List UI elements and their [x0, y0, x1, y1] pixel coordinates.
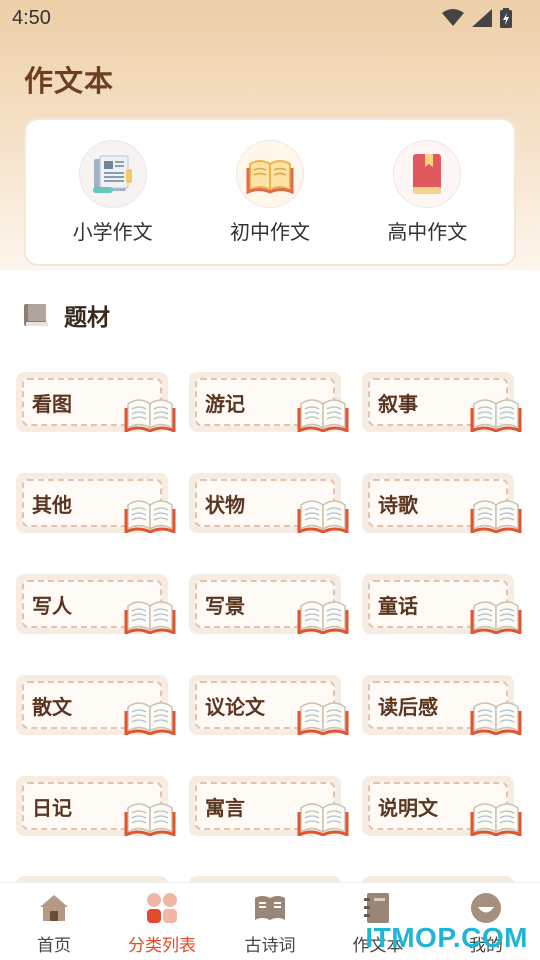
watermark: ITMOP.COM [365, 922, 528, 953]
level-high-school[interactable]: 高中作文 [357, 139, 497, 245]
open-book-icon [470, 695, 522, 739]
page-title: 作文本 [24, 64, 115, 98]
category-icon [146, 891, 178, 925]
topic-label: 童话 [378, 593, 418, 618]
open-book-icon [297, 392, 349, 436]
open-book-icon [124, 695, 176, 739]
newspaper-icon [78, 139, 147, 208]
open-book-icon [470, 392, 522, 436]
open-book-icon [124, 594, 176, 638]
poetry-book-icon [253, 891, 287, 925]
profile-icon [470, 891, 502, 925]
open-book-icon [297, 493, 349, 537]
nav-label: 首页 [37, 936, 71, 956]
topic-card[interactable]: 叙事 [362, 372, 522, 434]
red-book-icon [393, 139, 462, 208]
topic-card[interactable]: 写景 [189, 574, 349, 636]
topic-card[interactable]: 说明文 [362, 776, 522, 838]
level-primary-school[interactable]: 小学作文 [43, 139, 183, 245]
section-title: 题材 [64, 305, 110, 331]
topic-label: 说明文 [378, 795, 438, 820]
status-icons [442, 8, 512, 28]
open-book-icon [297, 695, 349, 739]
nav-poetry[interactable]: 古诗词 [220, 891, 320, 956]
open-book-icon [124, 392, 176, 436]
topic-label: 叙事 [378, 391, 418, 416]
topic-label: 读后感 [378, 694, 438, 719]
topic-card[interactable]: 寓言 [189, 776, 349, 838]
status-time: 4:50 [12, 6, 51, 29]
open-book-icon [235, 139, 304, 208]
topic-card[interactable]: 其他 [16, 473, 176, 535]
open-book-icon [124, 796, 176, 840]
topic-card[interactable]: 散文 [16, 675, 176, 737]
level-label: 初中作文 [229, 219, 310, 244]
topic-label: 议论文 [205, 694, 265, 719]
level-middle-school[interactable]: 初中作文 [200, 139, 340, 245]
topic-card[interactable]: 读后感 [362, 675, 522, 737]
status-bar: 4:50 [0, 0, 540, 36]
topic-label: 散文 [32, 694, 72, 719]
wifi-icon [442, 9, 464, 26]
topic-label: 日记 [32, 795, 72, 820]
battery-icon [500, 8, 512, 28]
open-book-icon [470, 493, 522, 537]
open-book-icon [124, 493, 176, 537]
topic-label: 写人 [32, 593, 72, 618]
topic-card[interactable]: 童话 [362, 574, 522, 636]
topic-card[interactable]: 游记 [189, 372, 349, 434]
section-header: 题材 [22, 298, 110, 332]
level-selector-card: 小学作文 初中作文 高中作文 [24, 118, 516, 266]
topic-card[interactable]: 写人 [16, 574, 176, 636]
topic-label: 寓言 [205, 795, 245, 820]
topic-card[interactable]: 诗歌 [362, 473, 522, 535]
topic-grid: 看图 游记 叙事其他 状物 诗歌写人 写景 童话散文 议论文 读后感日记 寓言 说明文 [16, 372, 526, 838]
topic-label: 其他 [32, 492, 72, 517]
open-book-icon [297, 796, 349, 840]
signal-icon [472, 9, 492, 27]
topic-card[interactable]: 状物 [189, 473, 349, 535]
topic-label: 写景 [205, 593, 245, 618]
nav-label: 古诗词 [244, 936, 296, 956]
open-book-icon [470, 594, 522, 638]
topic-label: 游记 [205, 391, 245, 416]
topic-card[interactable]: 议论文 [189, 675, 349, 737]
home-icon [38, 891, 70, 925]
notebook-icon [364, 891, 392, 925]
topic-card[interactable]: 看图 [16, 372, 176, 434]
topic-label: 诗歌 [378, 492, 418, 517]
nav-home[interactable]: 首页 [4, 891, 104, 956]
open-book-icon [470, 796, 522, 840]
topic-card[interactable]: 日记 [16, 776, 176, 838]
level-label: 高中作文 [387, 219, 468, 244]
topic-label: 看图 [32, 391, 72, 416]
level-label: 小学作文 [72, 219, 153, 244]
nav-category-list[interactable]: 分类列表 [112, 891, 212, 956]
open-book-icon [297, 594, 349, 638]
book-stack-icon [24, 304, 48, 326]
nav-label: 分类列表 [128, 936, 196, 956]
topic-label: 状物 [205, 492, 245, 517]
